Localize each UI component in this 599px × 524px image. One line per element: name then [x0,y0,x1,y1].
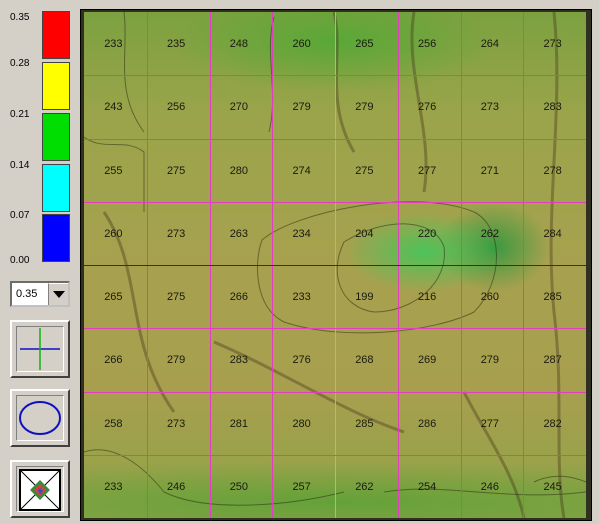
thickness-cell-value: 199 [355,291,374,303]
thickness-cell-value: 216 [417,291,437,303]
thickness-cell-value: 279 [292,101,311,114]
thickness-cell-value: 245 [543,480,562,493]
thickness-cell-value: 254 [417,480,437,493]
thickness-cell-value: 262 [355,480,374,493]
scale-label: 0.00 [10,255,30,266]
thickness-cell-value: 279 [480,354,500,367]
thickness-cell-value: 283 [543,101,562,114]
thickness-cell-value: 277 [417,164,437,177]
thickness-cell-value: 260 [292,38,311,50]
scale-swatch-blue [42,214,70,262]
thickness-cell-value: 284 [543,227,562,240]
thickness-cell-value: 275 [166,291,186,303]
thickness-cell-value: 266 [229,291,249,303]
scale-swatch-red [42,11,70,59]
scale-swatch-green [42,113,70,161]
thickness-cell-value: 275 [166,164,186,177]
crosshair-tool-button[interactable] [10,320,70,378]
scale-label: 0.35 [10,12,30,23]
thickness-cell-value: 275 [355,164,374,177]
thickness-cell-value: 273 [166,227,186,240]
thickness-cell-value: 285 [543,291,562,303]
scale-max-dropdown[interactable]: 0.35 [10,281,70,307]
thickness-cell-value: 256 [166,101,186,114]
scale-swatch-yellow [42,62,70,110]
thickness-cell-value: 279 [355,101,374,114]
thickness-cell-value: 270 [229,101,249,114]
thickness-cell-value: 278 [543,164,562,177]
thickness-cell-value: 233 [292,291,311,303]
thickness-cell-value: 273 [166,417,186,430]
thickness-cell-value: 283 [229,354,249,367]
thickness-cell-value: 255 [104,164,123,177]
ellipse-tool-button[interactable] [10,389,70,447]
thickness-cell-value: 279 [166,354,186,367]
scale-label: 0.28 [10,58,30,69]
retinal-thickness-map[interactable]: 233 235 248 260 265 256 264 273 243 256 270 279 279 2… [84,12,586,518]
thickness-cell-value: 273 [480,101,500,114]
thickness-cell-value: 287 [543,354,562,367]
thickness-cell-value: 276 [292,354,311,367]
thickness-cell-value: 266 [104,354,123,367]
thickness-cell-value: 260 [480,291,500,303]
thickness-cell-value: 280 [292,417,311,430]
thickness-cell-value: 269 [417,354,437,367]
thickness-cell-value: 246 [166,480,186,493]
thickness-cell-value: 250 [229,480,249,493]
thickness-cell-value: 256 [417,38,437,50]
thickness-cell-value: 285 [355,417,374,430]
thickness-cell-value: 234 [292,227,311,240]
thickness-cell-value: 282 [543,417,562,430]
thickness-cell-value: 273 [543,38,562,50]
thickness-cell-value: 274 [292,164,311,177]
crosshair-icon [20,328,60,370]
scale-swatch-cyan [42,164,70,212]
thickness-cell-value: 276 [417,101,437,114]
thickness-cell-value: 220 [417,227,437,240]
thickness-cell-value: 264 [480,38,500,50]
thickness-cell-value: 280 [229,164,249,177]
grid-overlay [84,12,586,518]
thickness-map-tool-button[interactable] [10,460,70,518]
thickness-cell-value: 248 [229,38,249,50]
thickness-cell-value: 204 [355,227,374,240]
chevron-down-icon [53,291,65,298]
scale-label: 0.07 [10,210,30,221]
thickness-cell-value: 235 [166,38,186,50]
thickness-cell-value: 271 [480,164,500,177]
thickness-map-icon [19,469,61,511]
thickness-cell-value: 233 [104,480,123,493]
thickness-cell-value: 262 [480,227,500,240]
thickness-cell-value: 233 [104,38,123,50]
thickness-cell-value: 257 [292,480,311,493]
grid-lines [84,12,586,518]
thickness-cell-value: 281 [229,417,249,430]
thickness-cell-value: 277 [480,417,500,430]
thickness-cell-value: 286 [417,417,437,430]
thickness-cell-value: 265 [104,291,123,303]
dropdown-arrow-button[interactable] [48,283,68,305]
thickness-cell-value: 246 [480,480,500,493]
ellipse-icon [19,401,61,435]
thickness-cell-value: 260 [104,227,123,240]
scale-max-value: 0.35 [16,288,38,300]
thickness-cell-value: 258 [104,417,123,430]
scale-label: 0.21 [10,109,30,120]
thickness-cell-value: 243 [104,101,123,114]
scale-label: 0.14 [10,160,30,171]
thickness-cell-value: 268 [355,354,374,367]
thickness-cell-value: 265 [355,38,374,50]
thickness-cell-value: 263 [229,227,249,240]
